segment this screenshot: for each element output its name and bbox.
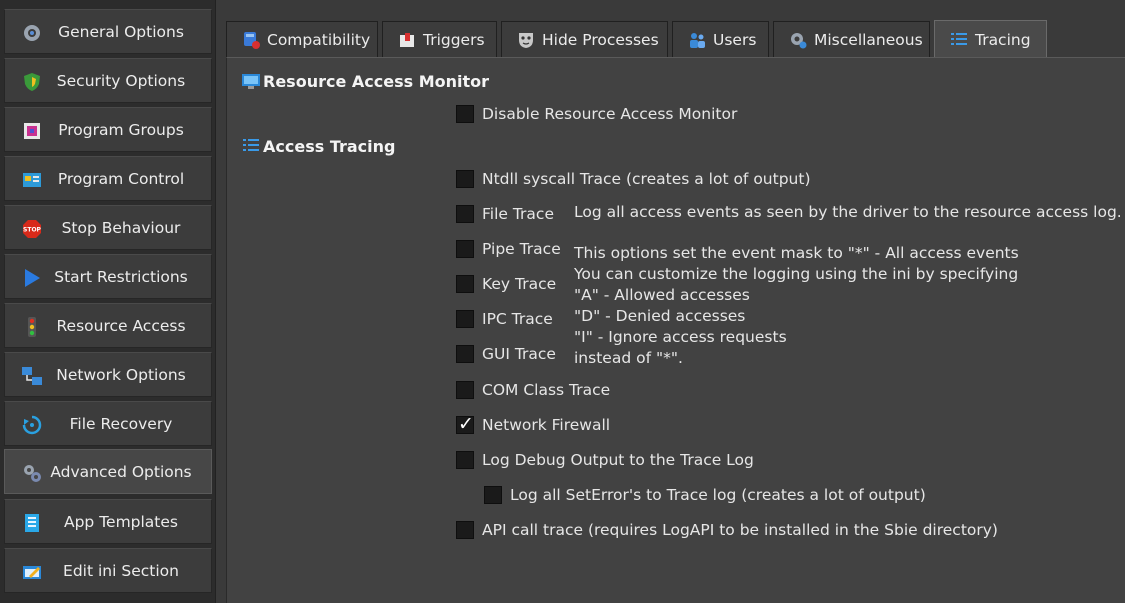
network-icon	[22, 367, 42, 385]
triggers-icon	[400, 32, 414, 47]
sidebar-item-security-options[interactable]: Security Options	[4, 58, 212, 103]
checkbox-box[interactable]	[456, 381, 474, 399]
key-trace-checkbox[interactable]: Key Trace	[456, 273, 556, 295]
event-mask-info: This options set the event mask to "*" -…	[574, 244, 1019, 367]
users-icon	[690, 32, 705, 48]
checkbox-box[interactable]	[456, 240, 474, 258]
checkbox-box[interactable]	[456, 451, 474, 469]
svg-text:STOP: STOP	[23, 227, 42, 234]
com-class-trace-checkbox[interactable]: COM Class Trace	[456, 379, 610, 401]
access-tracing-heading: Access Tracing	[241, 136, 395, 156]
tab-hide-processes[interactable]: Hide Processes	[501, 21, 668, 57]
checkbox-box[interactable]	[456, 205, 474, 223]
program-control-icon	[23, 173, 41, 187]
checkbox-box[interactable]	[456, 170, 474, 188]
checkbox-box[interactable]	[456, 105, 474, 123]
sidebar-item-file-recovery[interactable]: File Recovery	[4, 401, 212, 446]
sidebar-item-start-restrictions[interactable]: Start Restrictions	[4, 254, 212, 299]
tab-miscellaneous[interactable]: Miscellaneous	[773, 21, 930, 57]
misc-gear-icon	[791, 32, 807, 48]
network-firewall-checkbox[interactable]: Network Firewall	[456, 413, 610, 436]
compatibility-icon	[244, 31, 260, 49]
log-debug-output-checkbox[interactable]: Log Debug Output to the Trace Log	[456, 449, 754, 471]
list-icon	[243, 139, 259, 151]
sidebar-item-network-options[interactable]: Network Options	[4, 352, 212, 397]
traffic-light-icon	[28, 317, 36, 337]
tab-compatibility[interactable]: Compatibility	[226, 21, 378, 57]
sidebar-item-advanced-options[interactable]: Advanced Options	[4, 449, 212, 494]
checkbox-box[interactable]	[456, 310, 474, 328]
play-arrow-icon	[25, 269, 40, 287]
tab-tracing[interactable]: Tracing	[934, 20, 1047, 58]
tab-triggers[interactable]: Triggers	[382, 21, 497, 57]
ntdll-trace-checkbox[interactable]: Ntdll syscall Trace (creates a lot of ou…	[456, 168, 811, 190]
sidebar-item-program-groups[interactable]: Program Groups	[4, 107, 212, 152]
mask-icon	[519, 32, 533, 48]
stop-sign-icon: STOP	[23, 220, 42, 238]
sidebar-item-edit-ini-section[interactable]: Edit ini Section	[4, 548, 212, 593]
checkbox-box[interactable]	[456, 521, 474, 539]
shield-icon	[24, 73, 40, 91]
checkbox-box[interactable]	[456, 345, 474, 363]
sidebar-item-program-control[interactable]: Program Control	[4, 156, 212, 201]
template-icon	[25, 514, 39, 532]
pipe-trace-checkbox[interactable]: Pipe Trace	[456, 238, 561, 260]
sidebar-item-stop-behaviour[interactable]: STOP Stop Behaviour	[4, 205, 212, 250]
api-call-trace-checkbox[interactable]: API call trace (requires LogAPI to be in…	[456, 519, 998, 541]
gear-icon	[24, 25, 40, 41]
list-icon	[951, 32, 967, 45]
checkbox-box-checked[interactable]	[456, 413, 474, 435]
checkbox-box[interactable]	[456, 275, 474, 293]
monitor-icon	[242, 74, 260, 89]
checkbox-box[interactable]	[484, 486, 502, 504]
sidebar-item-general-options[interactable]: General Options	[4, 9, 212, 54]
trace-info-text: Log all access events as seen by the dri…	[574, 203, 1122, 221]
recovery-icon	[22, 415, 42, 435]
file-trace-checkbox[interactable]: File Trace	[456, 203, 554, 225]
log-seterror-checkbox[interactable]: Log all SetError's to Trace log (creates…	[484, 484, 926, 506]
ipc-trace-checkbox[interactable]: IPC Trace	[456, 308, 553, 330]
gui-trace-checkbox[interactable]: GUI Trace	[456, 343, 556, 365]
disable-ram-checkbox[interactable]: Disable Resource Access Monitor	[456, 103, 737, 125]
tab-bar: Compatibility Triggers Hide Processes Us…	[226, 20, 1125, 58]
tab-users[interactable]: Users	[672, 21, 769, 57]
sidebar-item-app-templates[interactable]: App Templates	[4, 499, 212, 544]
resource-access-monitor-heading: Resource Access Monitor	[241, 71, 489, 91]
sidebar-item-resource-access[interactable]: Resource Access	[4, 303, 212, 348]
edit-icon	[23, 566, 41, 579]
sidebar: General Options Security Options Program…	[0, 0, 216, 603]
gears-icon	[24, 465, 41, 482]
program-groups-icon	[24, 123, 40, 139]
